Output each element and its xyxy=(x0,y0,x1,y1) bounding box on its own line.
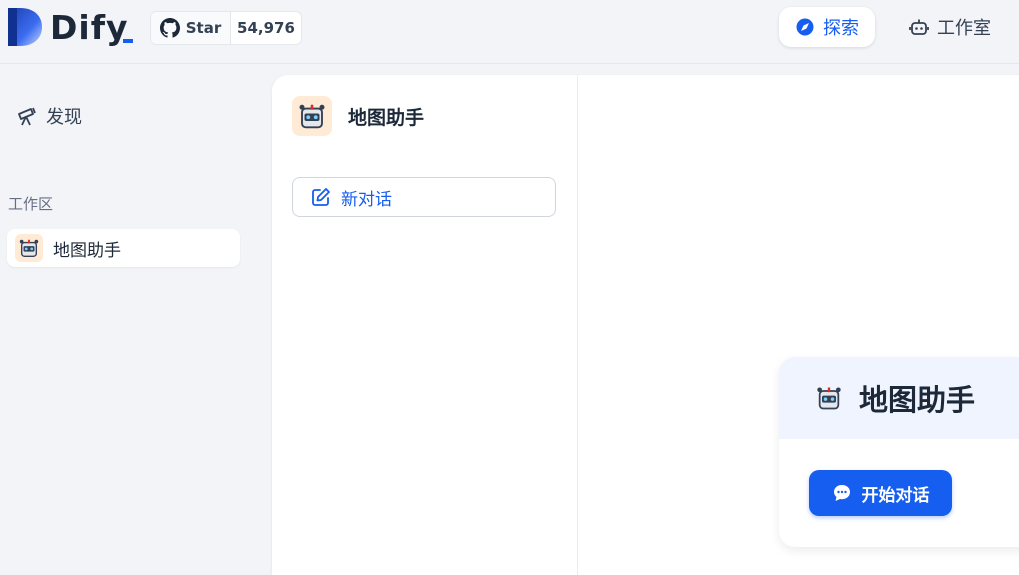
nav-studio-tab[interactable]: 工作室 xyxy=(895,7,1005,47)
sidebar-item-discover[interactable]: 发现 xyxy=(16,103,82,129)
app-header: 地图助手 xyxy=(292,96,424,136)
github-star-label: Star xyxy=(185,19,222,37)
compass-icon xyxy=(796,18,814,36)
nav-studio-label: 工作室 xyxy=(937,18,991,39)
top-navigation-bar: Dify Star 54,976 探索 工作室 xyxy=(0,0,1019,64)
brand-name: Dify xyxy=(50,8,129,47)
edit-icon xyxy=(312,188,330,206)
app-avatar xyxy=(15,234,43,262)
telescope-icon xyxy=(18,107,36,126)
robot-avatar-icon xyxy=(817,387,841,410)
welcome-card-header: 地图助手 xyxy=(779,357,1019,439)
app-avatar xyxy=(292,96,332,136)
sidebar-discover-label: 发现 xyxy=(46,107,82,128)
dify-logo-mark-icon xyxy=(8,8,42,46)
nav-explore-label: 探索 xyxy=(823,18,859,39)
sidebar-item-map-assistant[interactable]: 地图助手 xyxy=(7,229,240,267)
chat-panel: 地图助手 新对话 地图助手 开始对话 xyxy=(272,75,1019,575)
chat-bubble-icon xyxy=(833,485,850,501)
workspace-section-label: 工作区 xyxy=(8,195,54,213)
new-chat-button[interactable]: 新对话 xyxy=(292,177,556,217)
dify-logo[interactable]: Dify xyxy=(8,8,133,47)
start-chat-button[interactable]: 开始对话 xyxy=(809,470,952,516)
logo-underscore xyxy=(123,39,133,43)
app-title: 地图助手 xyxy=(348,106,425,129)
github-icon xyxy=(159,18,180,38)
github-star-button[interactable]: Star xyxy=(151,12,231,44)
new-chat-label: 新对话 xyxy=(341,189,392,210)
robot-icon xyxy=(909,19,929,35)
welcome-title: 地图助手 xyxy=(859,383,976,417)
welcome-card: 地图助手 开始对话 xyxy=(779,357,1019,547)
start-chat-label: 开始对话 xyxy=(861,485,930,506)
panel-divider xyxy=(577,75,578,575)
robot-avatar-icon xyxy=(19,239,39,257)
github-star-count[interactable]: 54,976 xyxy=(231,12,301,44)
sidebar-item-label: 地图助手 xyxy=(53,240,121,261)
robot-avatar-icon xyxy=(299,104,325,129)
nav-explore-tab[interactable]: 探索 xyxy=(779,7,875,47)
github-star-widget[interactable]: Star 54,976 xyxy=(150,11,302,45)
